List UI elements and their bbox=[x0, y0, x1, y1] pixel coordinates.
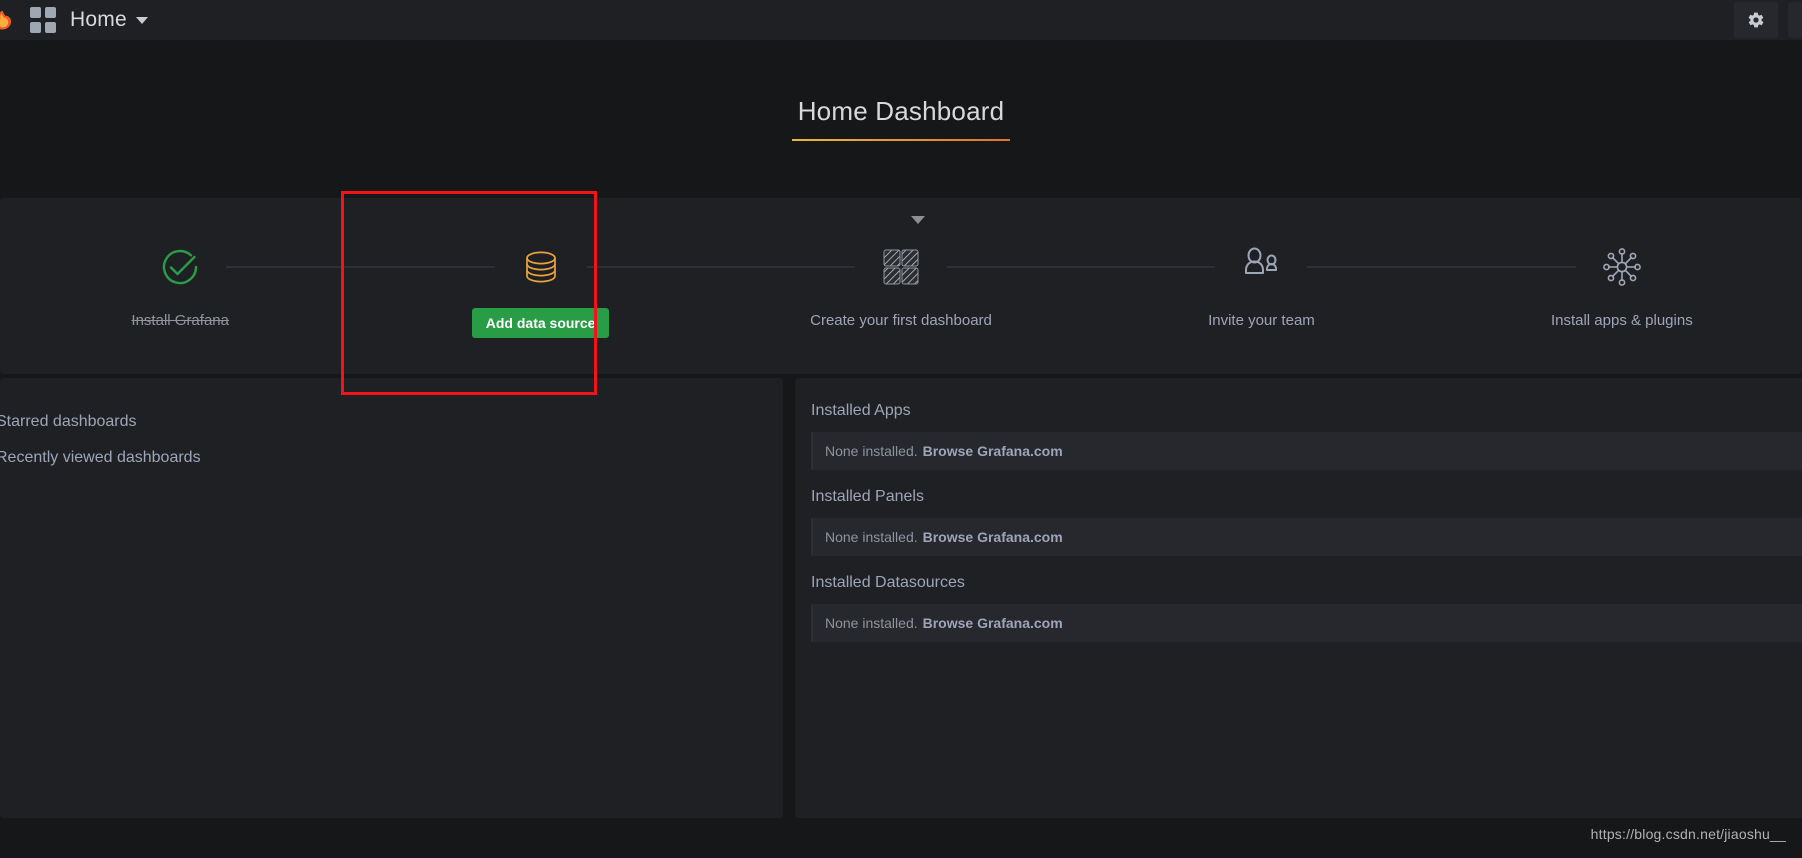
plugins-panel: Installed Apps None installed. Browse Gr… bbox=[795, 378, 1802, 818]
gear-icon bbox=[1747, 11, 1765, 29]
installed-datasources-section: Installed Datasources None installed. Br… bbox=[811, 574, 1802, 642]
step-label: Install apps & plugins bbox=[1550, 312, 1693, 329]
empty-text: None installed. bbox=[825, 615, 918, 631]
dashboard-grid-icon[interactable] bbox=[30, 7, 56, 33]
add-data-source-button[interactable]: Add data source bbox=[471, 308, 610, 338]
step-install-apps-plugins[interactable]: Install apps & plugins bbox=[1442, 226, 1802, 329]
plugins-radial-icon bbox=[1595, 240, 1649, 294]
chevron-down-icon[interactable] bbox=[911, 216, 925, 224]
dashboard-settings-button[interactable] bbox=[1734, 2, 1778, 38]
page-title: Home Dashboard bbox=[791, 96, 1011, 141]
grafana-logo[interactable] bbox=[0, 0, 14, 40]
navbar-title[interactable]: Home bbox=[70, 8, 127, 32]
browse-grafana-link[interactable]: Browse Grafana.com bbox=[923, 615, 1063, 631]
dashboard-hatched-icon bbox=[874, 240, 928, 294]
chevron-down-icon[interactable] bbox=[135, 16, 148, 24]
database-icon bbox=[514, 240, 568, 294]
empty-text: None installed. bbox=[825, 529, 918, 545]
recently-viewed-dashboards-heading[interactable]: Recently viewed dashboards bbox=[0, 440, 783, 476]
empty-text: None installed. bbox=[825, 443, 918, 459]
grafana-home-dashboard: Home Home Dashboard Install Grafana Add … bbox=[0, 0, 1802, 858]
dashboards-panel: Starred dashboards Recently viewed dashb… bbox=[0, 378, 783, 818]
dashboard-title-wrapper: Home Dashboard bbox=[0, 96, 1802, 141]
grid-cell bbox=[45, 22, 56, 33]
step-label: Install Grafana bbox=[131, 312, 229, 329]
step-label: Create your first dashboard bbox=[810, 312, 992, 329]
getting-started-panel: Install Grafana Add data source Create y… bbox=[0, 198, 1802, 374]
step-create-dashboard[interactable]: Create your first dashboard bbox=[721, 226, 1216, 329]
step-invite-team[interactable]: Invite your team bbox=[1081, 226, 1577, 329]
navbar-right bbox=[1724, 0, 1802, 40]
step-install-grafana[interactable]: Install Grafana bbox=[0, 226, 496, 329]
grid-cell bbox=[30, 7, 41, 18]
grid-cell bbox=[45, 7, 56, 18]
step-label: Invite your team bbox=[1208, 312, 1315, 329]
section-heading: Installed Panels bbox=[811, 488, 924, 505]
browse-grafana-link[interactable]: Browse Grafana.com bbox=[923, 443, 1063, 459]
installed-panels-empty-row: None installed. Browse Grafana.com bbox=[811, 518, 1802, 556]
step-add-data-source[interactable]: Add data source bbox=[360, 226, 856, 338]
top-navbar: Home bbox=[0, 0, 1802, 40]
users-icon bbox=[1234, 240, 1288, 294]
add-panel-button[interactable] bbox=[1788, 2, 1802, 38]
starred-dashboards-heading[interactable]: Starred dashboards bbox=[0, 404, 783, 440]
installed-datasources-empty-row: None installed. Browse Grafana.com bbox=[811, 604, 1802, 642]
getting-started-steps: Install Grafana Add data source Create y… bbox=[0, 226, 1802, 366]
installed-apps-section: Installed Apps None installed. Browse Gr… bbox=[811, 402, 1802, 470]
installed-apps-empty-row: None installed. Browse Grafana.com bbox=[811, 432, 1802, 470]
navbar-overflow-clip bbox=[1778, 2, 1802, 38]
browse-grafana-link[interactable]: Browse Grafana.com bbox=[923, 529, 1063, 545]
installed-panels-section: Installed Panels None installed. Browse … bbox=[811, 488, 1802, 556]
section-heading: Installed Datasources bbox=[811, 574, 965, 591]
grid-cell bbox=[30, 22, 41, 33]
navbar-left: Home bbox=[0, 0, 148, 40]
check-circle-icon bbox=[153, 240, 207, 294]
section-heading: Installed Apps bbox=[811, 402, 911, 419]
watermark-text: https://blog.csdn.net/jiaoshu__ bbox=[1590, 826, 1786, 842]
